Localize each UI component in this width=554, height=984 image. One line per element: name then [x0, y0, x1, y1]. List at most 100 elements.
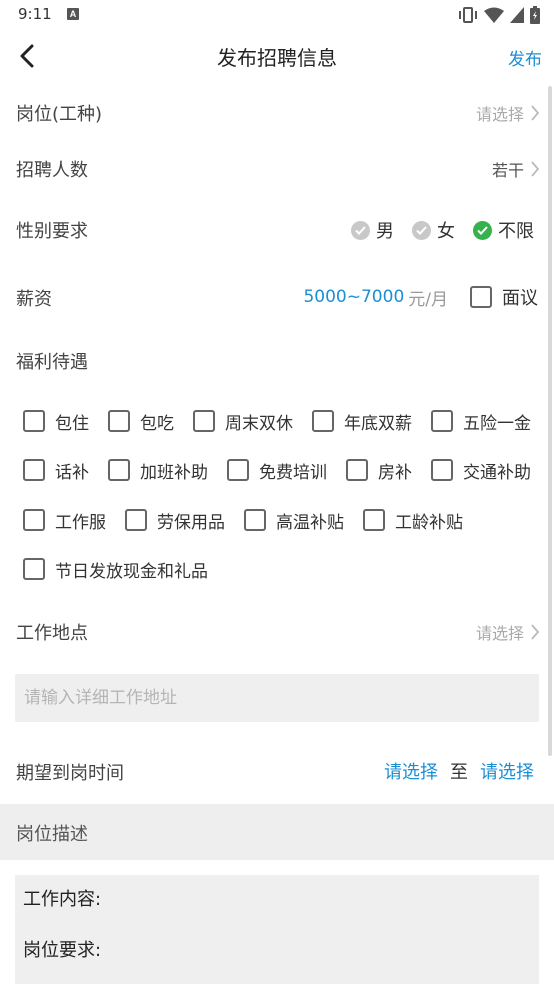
gender-option-label: 女 — [437, 221, 455, 242]
benefits-row-3: 工作服 劳保用品 高温补贴 工龄补贴 — [23, 505, 463, 535]
checkbox[interactable] — [23, 509, 45, 531]
checkbox[interactable] — [23, 410, 45, 432]
check-circle-icon — [473, 220, 492, 240]
negotiable-checkbox[interactable]: 面议 — [470, 284, 538, 310]
checkbox[interactable] — [23, 459, 45, 481]
battery-icon — [530, 6, 540, 24]
checkbox[interactable] — [227, 459, 249, 481]
benefit-checkbox[interactable]: 工龄补贴 — [363, 508, 463, 533]
benefits-row-4: 节日发放现金和礼品 — [23, 554, 222, 584]
benefit-checkbox[interactable]: 高温补贴 — [244, 508, 344, 533]
check-circle-icon — [412, 220, 431, 240]
benefit-checkbox[interactable]: 周末双休 — [193, 409, 293, 434]
work-content-label: 工作内容: — [23, 889, 102, 910]
benefit-label: 话补 — [55, 462, 89, 483]
checkbox[interactable] — [125, 509, 147, 531]
checkbox[interactable] — [346, 459, 368, 481]
nav-bar: 发布招聘信息 发布 — [0, 30, 554, 84]
benefit-checkbox[interactable]: 劳保用品 — [125, 508, 225, 533]
check-circle-icon — [351, 220, 370, 240]
benefit-label: 工龄补贴 — [395, 512, 463, 533]
status-icons — [458, 5, 540, 25]
salary-row: 薪资 5000~7000 元/月 面议 — [0, 280, 554, 314]
arrival-to-word: 至 — [450, 762, 468, 783]
benefit-label: 劳保用品 — [157, 512, 225, 533]
address-input[interactable] — [15, 674, 539, 722]
benefits-row-1: 包住 包吃 周末双休 年底双薪 五险一金 — [23, 406, 531, 436]
benefit-checkbox[interactable]: 交通补助 — [431, 458, 531, 483]
benefit-checkbox[interactable]: 话补 — [23, 458, 89, 483]
benefit-checkbox[interactable]: 工作服 — [23, 508, 106, 533]
gender-row: 性别要求 男 女 不限 — [0, 212, 554, 246]
arrival-label: 期望到岗时间 — [16, 763, 124, 784]
gender-option-female[interactable]: 女 — [412, 217, 455, 243]
checkbox[interactable] — [108, 410, 130, 432]
signal-icon — [510, 7, 524, 23]
salary-label: 薪资 — [16, 289, 52, 310]
arrival-to-select[interactable]: 请选择 — [480, 758, 534, 784]
checkbox[interactable] — [431, 459, 453, 481]
benefit-checkbox[interactable]: 年底双薪 — [312, 409, 412, 434]
position-label: 岗位(工种) — [16, 104, 103, 125]
requirement-label: 岗位要求: — [23, 940, 102, 961]
gender-option-any[interactable]: 不限 — [473, 217, 534, 243]
description-textarea[interactable]: 工作内容: 岗位要求: — [15, 875, 539, 984]
salary-value[interactable]: 5000~7000 — [303, 287, 404, 307]
vibrate-icon — [459, 7, 477, 23]
gender-option-label: 男 — [376, 221, 394, 242]
benefit-label: 周末双休 — [225, 413, 293, 434]
benefit-checkbox[interactable]: 包住 — [23, 409, 89, 434]
checkbox[interactable] — [244, 509, 266, 531]
chevron-right-icon — [531, 624, 540, 640]
benefit-label: 包吃 — [140, 413, 174, 434]
headcount-row[interactable]: 招聘人数 若干 — [0, 152, 554, 186]
headcount-value: 若干 — [491, 161, 524, 180]
checkbox[interactable] — [108, 459, 130, 481]
benefits-row-2: 话补 加班补助 免费培训 房补 交通补助 — [23, 455, 531, 485]
benefit-label: 节日发放现金和礼品 — [55, 561, 208, 582]
location-value: 请选择 — [475, 624, 524, 643]
publish-button[interactable]: 发布 — [508, 45, 542, 70]
checkbox[interactable] — [470, 286, 492, 308]
scrollbar[interactable] — [548, 86, 552, 756]
chevron-right-icon — [531, 161, 540, 177]
position-value: 请选择 — [475, 105, 524, 124]
location-label: 工作地点 — [16, 623, 88, 644]
arrival-from-select[interactable]: 请选择 — [384, 758, 438, 784]
benefit-checkbox[interactable]: 房补 — [346, 458, 412, 483]
page-title: 发布招聘信息 — [217, 46, 337, 70]
salary-unit: 元/月 — [408, 289, 448, 310]
address-field[interactable] — [15, 674, 539, 722]
location-row[interactable]: 工作地点 请选择 — [0, 615, 554, 649]
gender-label: 性别要求 — [16, 221, 88, 242]
checkbox[interactable] — [193, 410, 215, 432]
benefit-checkbox[interactable]: 节日发放现金和礼品 — [23, 557, 208, 582]
gender-option-male[interactable]: 男 — [351, 217, 394, 243]
benefits-label: 福利待遇 — [16, 352, 88, 373]
benefit-checkbox[interactable]: 加班补助 — [108, 458, 208, 483]
checkbox[interactable] — [312, 410, 334, 432]
benefit-checkbox[interactable]: 包吃 — [108, 409, 174, 434]
benefit-label: 免费培训 — [259, 462, 327, 483]
arrival-row: 期望到岗时间 请选择 至 请选择 — [0, 755, 554, 789]
benefit-label: 房补 — [378, 462, 412, 483]
wifi-icon — [484, 7, 504, 23]
checkbox[interactable] — [431, 410, 453, 432]
benefit-label: 交通补助 — [463, 462, 531, 483]
checkbox[interactable] — [363, 509, 385, 531]
benefit-label: 高温补贴 — [276, 512, 344, 533]
notification-a-icon: A — [67, 8, 79, 20]
benefit-label: 五险一金 — [463, 413, 531, 434]
benefit-label: 年底双薪 — [344, 413, 412, 434]
chevron-right-icon — [531, 105, 540, 121]
benefit-checkbox[interactable]: 五险一金 — [431, 409, 531, 434]
benefit-label: 工作服 — [55, 512, 106, 533]
headcount-label: 招聘人数 — [16, 160, 88, 181]
description-section-title: 岗位描述 — [16, 824, 88, 845]
status-bar: 9:11 A — [0, 0, 554, 30]
description-section-header: 岗位描述 — [0, 804, 554, 860]
position-row[interactable]: 岗位(工种) 请选择 — [0, 96, 554, 130]
checkbox[interactable] — [23, 558, 45, 580]
benefit-checkbox[interactable]: 免费培训 — [227, 458, 327, 483]
status-time: 9:11 — [18, 5, 52, 23]
